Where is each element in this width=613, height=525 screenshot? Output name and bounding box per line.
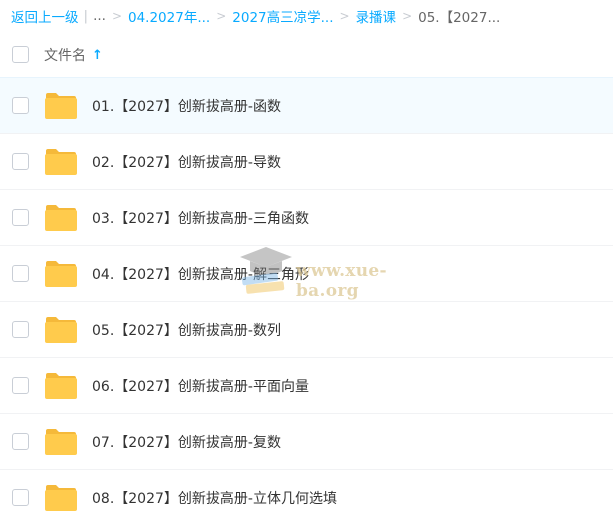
folder-icon bbox=[45, 485, 77, 511]
select-all-checkbox[interactable] bbox=[12, 46, 29, 63]
folder-icon bbox=[45, 373, 77, 399]
arrow-up-icon[interactable]: ↑ bbox=[92, 48, 103, 63]
file-name[interactable]: 03.【2027】创新拔高册-三角函数 bbox=[92, 208, 309, 228]
breadcrumb-item[interactable]: 录播课 bbox=[356, 6, 397, 26]
folder-icon bbox=[45, 205, 77, 231]
folder-icon bbox=[45, 149, 77, 175]
row-checkbox[interactable] bbox=[12, 489, 29, 506]
back-link[interactable]: 返回上一级 bbox=[11, 6, 79, 26]
file-name[interactable]: 06.【2027】创新拔高册-平面向量 bbox=[92, 376, 309, 396]
file-name[interactable]: 05.【2027】创新拔高册-数列 bbox=[92, 320, 281, 340]
file-name[interactable]: 04.【2027】创新拔高册-解三角形 bbox=[92, 264, 309, 284]
row-checkbox[interactable] bbox=[12, 97, 29, 114]
list-item[interactable]: 05.【2027】创新拔高册-数列 bbox=[0, 301, 613, 357]
breadcrumb-item[interactable]: 04.2027年... bbox=[128, 6, 210, 26]
list-item[interactable]: 07.【2027】创新拔高册-复数 bbox=[0, 413, 613, 469]
file-list-header: 文件名 ↑ bbox=[0, 34, 613, 76]
row-checkbox[interactable] bbox=[12, 209, 29, 226]
chevron-right-icon: > bbox=[216, 9, 227, 23]
column-filename[interactable]: 文件名 ↑ bbox=[44, 45, 103, 65]
row-checkbox[interactable] bbox=[12, 153, 29, 170]
file-name[interactable]: 08.【2027】创新拔高册-立体几何选填 bbox=[92, 488, 337, 508]
file-name[interactable]: 02.【2027】创新拔高册-导数 bbox=[92, 152, 281, 172]
breadcrumb-item[interactable]: 2027高三凉学... bbox=[232, 6, 333, 26]
breadcrumb-divider: | bbox=[83, 8, 89, 24]
list-item[interactable]: 01.【2027】创新拔高册-函数 bbox=[0, 77, 613, 133]
chevron-right-icon: > bbox=[111, 9, 122, 23]
row-checkbox[interactable] bbox=[12, 433, 29, 450]
file-list: 01.【2027】创新拔高册-函数 02.【2027】创新拔高册-导数 03.【… bbox=[0, 77, 613, 525]
list-item[interactable]: 02.【2027】创新拔高册-导数 bbox=[0, 133, 613, 189]
breadcrumb: 返回上一级 | ... > 04.2027年... > 2027高三凉学... … bbox=[0, 0, 613, 32]
list-item[interactable]: 06.【2027】创新拔高册-平面向量 bbox=[0, 357, 613, 413]
chevron-right-icon: > bbox=[339, 9, 350, 23]
folder-icon bbox=[45, 429, 77, 455]
folder-icon bbox=[45, 317, 77, 343]
column-filename-label: 文件名 bbox=[44, 48, 86, 64]
file-name[interactable]: 01.【2027】创新拔高册-函数 bbox=[92, 96, 281, 116]
folder-icon bbox=[45, 261, 77, 287]
row-checkbox[interactable] bbox=[12, 377, 29, 394]
row-checkbox[interactable] bbox=[12, 265, 29, 282]
chevron-right-icon: > bbox=[402, 9, 413, 23]
list-item[interactable]: 08.【2027】创新拔高册-立体几何选填 bbox=[0, 469, 613, 525]
row-checkbox[interactable] bbox=[12, 321, 29, 338]
breadcrumb-ellipsis[interactable]: ... bbox=[93, 8, 106, 24]
folder-icon bbox=[45, 93, 77, 119]
breadcrumb-current: 05.【2027... bbox=[418, 10, 501, 26]
file-name[interactable]: 07.【2027】创新拔高册-复数 bbox=[92, 432, 281, 452]
list-item[interactable]: 04.【2027】创新拔高册-解三角形 bbox=[0, 245, 613, 301]
list-item[interactable]: 03.【2027】创新拔高册-三角函数 bbox=[0, 189, 613, 245]
